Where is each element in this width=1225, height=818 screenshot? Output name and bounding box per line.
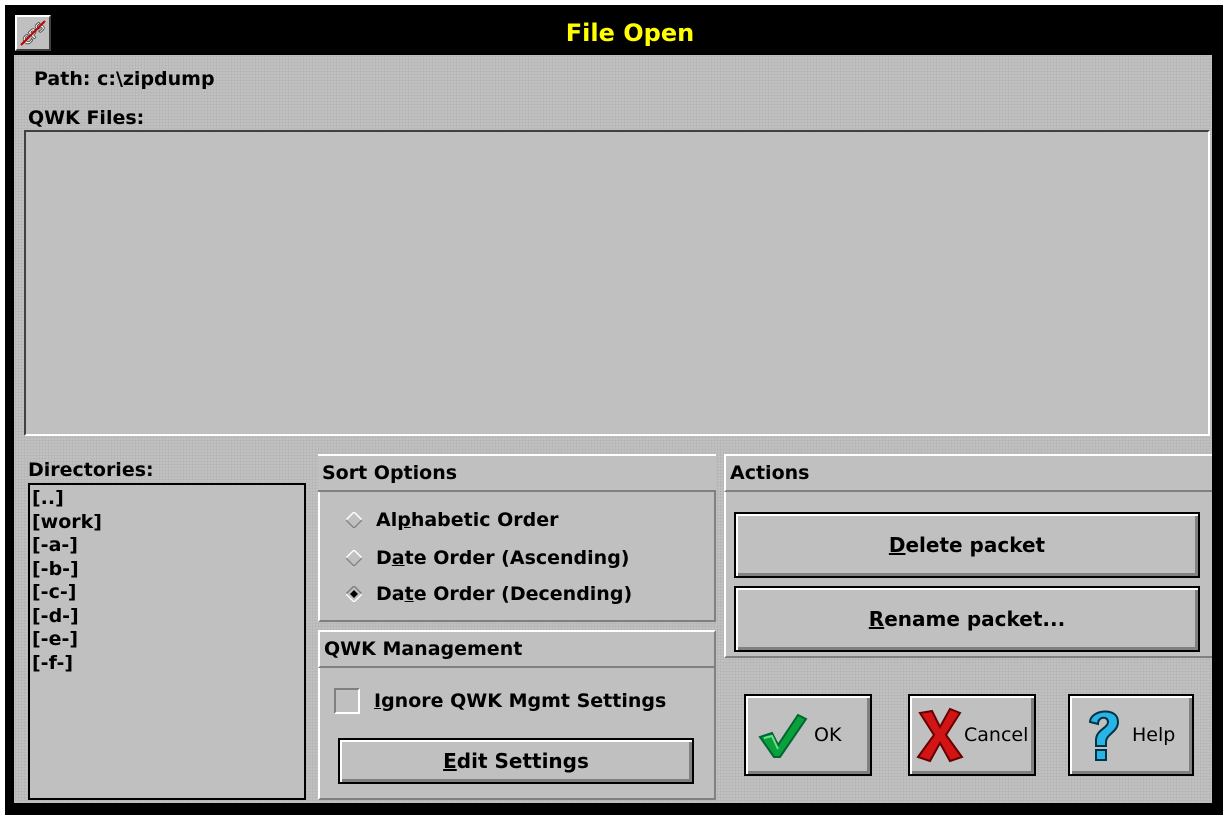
cps-logo-icon: CPS	[17, 17, 49, 49]
rename-packet-button[interactable]: Rename packet...	[734, 586, 1200, 652]
help-label: Help	[1132, 724, 1176, 746]
list-item[interactable]: [-f-]	[30, 652, 304, 676]
radio-date-descending[interactable]: Date Order (Decending)	[346, 581, 632, 607]
ok-button[interactable]: OK	[744, 694, 872, 776]
radio-date-ascending[interactable]: Date Order (Ascending)	[346, 545, 629, 571]
radio-diamond-selected-icon	[346, 586, 362, 602]
sort-options-label: Sort Options	[318, 454, 716, 492]
question-mark-icon	[1088, 710, 1120, 761]
red-x-icon	[916, 707, 964, 763]
list-item[interactable]: [..]	[30, 487, 304, 511]
help-button[interactable]: Help	[1068, 694, 1194, 776]
list-item[interactable]: [-b-]	[30, 558, 304, 582]
radio-diamond-icon	[346, 550, 362, 566]
list-item[interactable]: [-d-]	[30, 605, 304, 629]
radio-diamond-icon	[346, 512, 362, 528]
actions-label: Actions	[724, 454, 1212, 492]
ignore-qwk-mgmt-checkbox[interactable]: Ignore QWK Mgmt Settings	[334, 688, 666, 714]
path-label: Path:	[34, 68, 91, 90]
path-value: c:\zipdump	[97, 68, 215, 90]
checkbox-box[interactable]	[334, 688, 360, 714]
path-row: Path: c:\zipdump	[34, 66, 215, 92]
cancel-label: Cancel	[964, 724, 1029, 746]
list-item[interactable]: [-c-]	[30, 581, 304, 605]
edit-settings-button[interactable]: Edit Settings	[338, 738, 694, 784]
checkmark-icon	[758, 713, 808, 758]
system-menu-button[interactable]: CPS	[15, 15, 51, 51]
list-item[interactable]: [-a-]	[30, 534, 304, 558]
list-item[interactable]: [work]	[30, 511, 304, 535]
qwk-management-label: QWK Management	[318, 630, 716, 668]
window-title: File Open	[565, 19, 695, 47]
cancel-button[interactable]: Cancel	[908, 694, 1036, 776]
directories-label: Directories:	[28, 459, 154, 481]
delete-packet-button[interactable]: Delete packet	[734, 512, 1200, 578]
directories-list[interactable]: [..] [work] [-a-] [-b-] [-c-] [-d-] [-e-…	[28, 483, 306, 800]
list-item[interactable]: [-e-]	[30, 628, 304, 652]
ok-label: OK	[814, 724, 842, 746]
radio-alphabetic-order[interactable]: Alphabetic Order	[346, 507, 559, 533]
qwk-files-list[interactable]	[24, 130, 1210, 436]
qwk-files-label: QWK Files:	[28, 107, 145, 129]
